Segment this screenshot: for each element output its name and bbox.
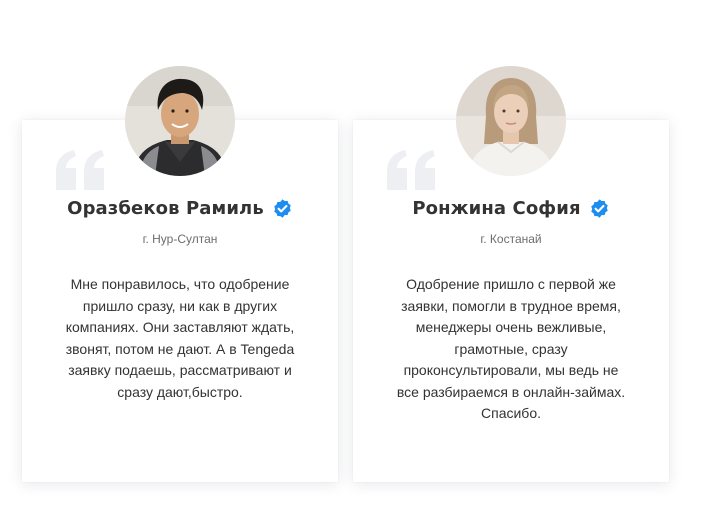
reviewer-city: г. Нур-Султан xyxy=(142,232,218,246)
review-text: Мне понравилось, что одобрение пришло ср… xyxy=(50,274,310,403)
avatar xyxy=(125,66,235,176)
review-text: Одобрение пришло с первой же заявки, пом… xyxy=(381,274,641,425)
testimonials-section: Оразбеков Рамиль г. Нур-Султан Мне понра… xyxy=(0,0,712,505)
review-line: сразу дают,быстро. xyxy=(117,383,243,400)
avatar xyxy=(456,66,566,176)
verified-check-icon xyxy=(590,199,608,218)
review-line: Мне понравилось, что одобрение xyxy=(70,276,290,292)
review-line: Спасибо. xyxy=(481,405,541,421)
review-line: все разбираемся в онлайн-займах. xyxy=(396,383,626,400)
verified-check-icon xyxy=(274,199,291,218)
reviewer-name-row: Оразбеков Рамиль xyxy=(22,198,338,219)
review-line: заявку подаешь, рассматривают и xyxy=(68,362,292,378)
quote-icon xyxy=(387,150,435,190)
review-line: грамотные, сразу xyxy=(454,340,568,357)
reviewer-name: Оразбеков Рамиль xyxy=(67,198,264,219)
review-line: менеджеры очень вежливые, xyxy=(415,319,607,335)
review-line: компаниях. Они заставляют ждать, xyxy=(65,319,295,335)
review-line: заявки, помогли в трудное время, xyxy=(401,297,621,314)
review-line: Одобрение пришло с первой же xyxy=(406,276,616,292)
reviewer-name: Ронжина София xyxy=(412,198,581,219)
testimonial-card-1: Оразбеков Рамиль г. Нур-Султан Мне понра… xyxy=(22,66,338,482)
quote-icon xyxy=(56,150,104,190)
review-line: проконсультировали, мы ведь не xyxy=(403,362,619,378)
review-line: пришло сразу, ни как в других xyxy=(82,297,278,314)
reviewer-name-row: Ронжина София xyxy=(353,198,669,219)
review-line: звонят, потом не дают. А в Tengeda xyxy=(65,340,295,357)
testimonial-card-2: Ронжина София г. Костанай Одобрение приш… xyxy=(353,66,669,482)
reviewer-city: г. Костанай xyxy=(480,232,542,246)
